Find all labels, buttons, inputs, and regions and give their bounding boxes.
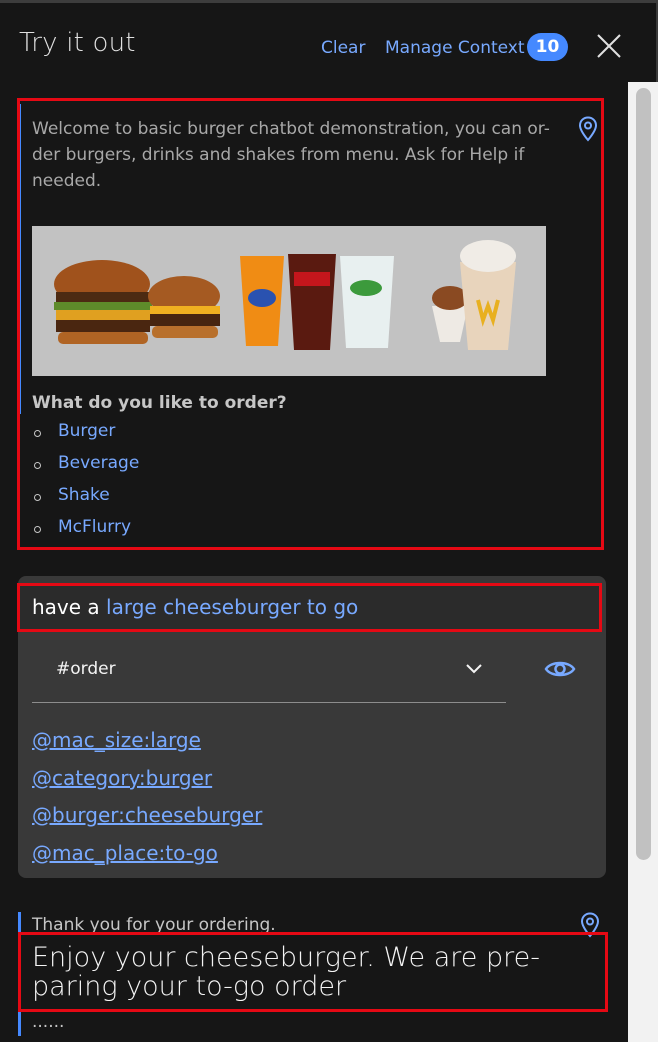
intent-dropdown[interactable]: #order <box>56 659 116 679</box>
manage-context-button[interactable]: Manage Context <box>385 38 525 58</box>
entity-link[interactable]: @mac_place:to-go <box>32 841 218 865</box>
highlight-response-box <box>18 932 608 1012</box>
clear-button[interactable]: Clear <box>321 38 365 58</box>
highlight-user-message-box <box>17 583 602 632</box>
chevron-down-icon[interactable] <box>466 662 482 674</box>
entity-link[interactable]: @burger:cheeseburger <box>32 803 262 827</box>
highlight-welcome-box <box>17 98 604 550</box>
top-border <box>0 0 658 3</box>
dropdown-underline <box>32 702 506 703</box>
bot-message-indicator <box>18 1012 21 1036</box>
entity-link[interactable]: @category:burger <box>32 766 212 790</box>
scrollbar-thumb[interactable] <box>636 88 651 860</box>
eye-icon[interactable] <box>544 657 576 681</box>
close-icon[interactable] <box>596 33 622 59</box>
bot-response-line: ...... <box>32 1012 65 1032</box>
entity-link[interactable]: @mac_size:large <box>32 728 201 752</box>
context-count-badge[interactable]: 10 <box>527 33 568 61</box>
panel-title: Try it out <box>19 28 136 58</box>
